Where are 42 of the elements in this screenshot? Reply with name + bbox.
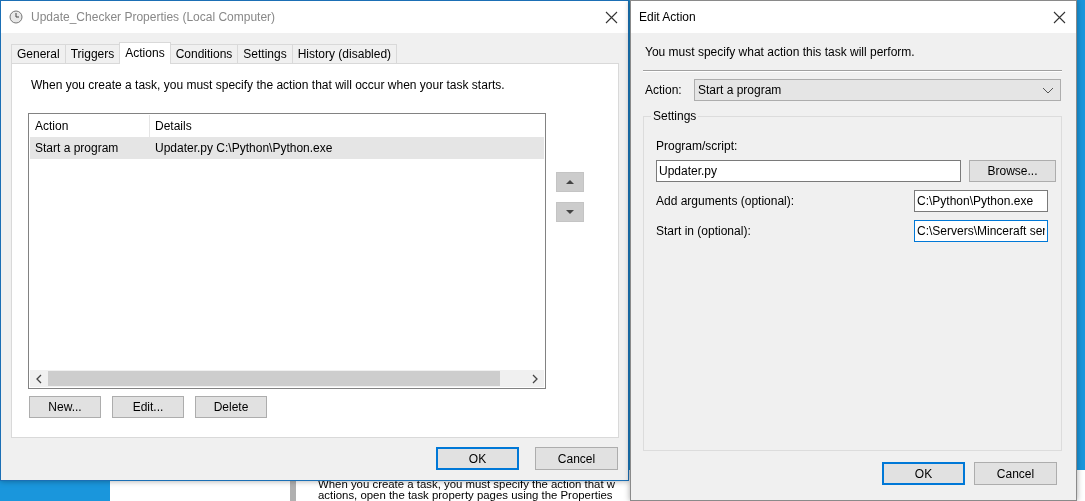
- dialog-button[interactable]: OK: [436, 447, 519, 470]
- horizontal-scrollbar[interactable]: [30, 370, 544, 387]
- up-arrow-icon: [566, 180, 574, 184]
- window-title: Edit Action: [639, 10, 697, 24]
- close-icon: [1053, 10, 1066, 24]
- tab[interactable]: Triggers: [64, 44, 121, 63]
- description-text: You must specify what action this task will perform.: [645, 45, 916, 59]
- scroll-left-icon: [35, 372, 43, 385]
- list-row[interactable]: Start a program Updater.py C:\Python\Python.exe: [30, 137, 544, 159]
- input-field[interactable]: C:\Python\Python.exe: [914, 190, 1048, 212]
- tab[interactable]: Actions: [119, 42, 171, 64]
- list-button[interactable]: New...: [29, 396, 101, 418]
- scroll-thumb[interactable]: [48, 371, 500, 386]
- move-up-button[interactable]: [556, 172, 584, 192]
- action-dropdown[interactable]: Start a program: [694, 79, 1061, 101]
- chevron-down-icon: [1042, 86, 1054, 94]
- dialog-button[interactable]: OK: [882, 462, 965, 485]
- tab[interactable]: History (disabled): [291, 44, 398, 63]
- table-cell-text: Updater.py C:\Python\Python.exe: [154, 141, 333, 155]
- description-text: actions, open the task property pages using the Properties: [318, 490, 614, 501]
- dialog-button[interactable]: Cancel: [535, 447, 618, 470]
- input-field[interactable]: Updater.py: [656, 160, 961, 182]
- window-title: Update_Checker Properties (Local Computer): [31, 10, 277, 24]
- field-label: Program/script:: [656, 139, 739, 153]
- list-button[interactable]: Delete: [195, 396, 267, 418]
- field-label: Start in (optional):: [656, 224, 751, 238]
- description-text: When you create a task, you must specify the action that will occur when your task starts.: [31, 78, 506, 92]
- scroll-right-icon: [531, 372, 539, 385]
- table-cell-text: Start a program: [34, 141, 120, 155]
- dialog-button[interactable]: Cancel: [974, 462, 1057, 485]
- close-icon: [605, 10, 618, 24]
- down-arrow-icon: [566, 210, 574, 214]
- clock-icon: [9, 10, 23, 24]
- move-down-button[interactable]: [556, 202, 584, 222]
- tab[interactable]: Settings: [237, 44, 293, 63]
- column-header[interactable]: Details: [150, 115, 192, 137]
- list-button[interactable]: Edit...: [112, 396, 184, 418]
- field-label: Action:: [645, 83, 683, 97]
- field-label: Add arguments (optional):: [656, 194, 795, 208]
- tab[interactable]: General: [11, 44, 66, 63]
- browse-button[interactable]: Browse...: [969, 160, 1056, 182]
- group-label: Settings: [651, 109, 699, 123]
